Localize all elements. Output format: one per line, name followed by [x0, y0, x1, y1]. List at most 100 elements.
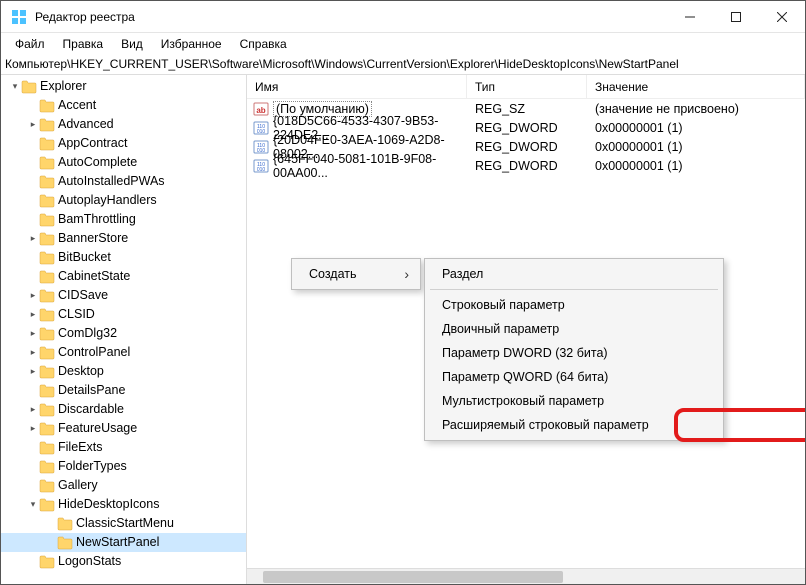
- expander-icon[interactable]: ▸: [27, 229, 39, 248]
- ctx-item-binary[interactable]: Двоичный параметр: [428, 317, 720, 341]
- window-title: Редактор реестра: [35, 10, 667, 24]
- tree-item-clsid[interactable]: ▸CLSID: [1, 305, 246, 324]
- svg-text:010: 010: [257, 167, 266, 173]
- col-header-value[interactable]: Значение: [587, 75, 805, 98]
- content-area: ▾ ExplorerAccent ▸ AdvancedAppContractAutoC…: [1, 75, 805, 584]
- tree-item-bannerstore[interactable]: ▸BannerStore: [1, 229, 246, 248]
- tree-label: AutoComplete: [58, 153, 141, 172]
- expander-icon[interactable]: ▸: [27, 400, 39, 419]
- tree-item-desktop[interactable]: ▸Desktop: [1, 362, 246, 381]
- tree-label: BitBucket: [58, 248, 115, 267]
- value-data: 0x00000001 (1): [587, 159, 805, 173]
- tree-label: Explorer: [40, 77, 91, 96]
- col-header-type[interactable]: Тип: [467, 75, 587, 98]
- list-body[interactable]: ab(По умолчанию)REG_SZ(значение не присв…: [247, 99, 805, 175]
- tree-item-controlpanel[interactable]: ▸ ControlPanel: [1, 343, 246, 362]
- tree-item-hidedesktopicons[interactable]: ▾ HideDesktopIcons: [1, 495, 246, 514]
- close-button[interactable]: [759, 1, 805, 33]
- app-icon: [11, 9, 27, 25]
- scrollbar-thumb[interactable]: [263, 571, 563, 583]
- tree-item-autocomplete[interactable]: AutoComplete: [1, 153, 246, 172]
- address-text: Компьютер\HKEY_CURRENT_USER\Software\Mic…: [5, 57, 679, 71]
- tree-item-fileexts[interactable]: FileExts: [1, 438, 246, 457]
- tree-label: DetailsPane: [58, 381, 129, 400]
- value-row[interactable]: 110010{645FF040-5081-101B-9F08-00AA00...…: [247, 156, 805, 175]
- maximize-button[interactable]: [713, 1, 759, 33]
- list-header: Имя Тип Значение: [247, 75, 805, 99]
- tree-item-cabinetstate[interactable]: CabinetState: [1, 267, 246, 286]
- ctx-item-multistring[interactable]: Мультистроковый параметр: [428, 389, 720, 413]
- tree-item-featureusage[interactable]: ▸ FeatureUsage: [1, 419, 246, 438]
- menu-edit[interactable]: Правка: [55, 35, 112, 53]
- expander-icon[interactable]: ▸: [27, 362, 39, 381]
- ctx-item-create-label: Создать: [309, 267, 357, 281]
- tree-item-accent[interactable]: Accent: [1, 96, 246, 115]
- expander-icon[interactable]: ▸: [27, 286, 39, 305]
- tree-pane[interactable]: ▾ ExplorerAccent ▸ AdvancedAppContractAutoC…: [1, 75, 247, 584]
- ctx-item-expandstring-label: Расширяемый строковый параметр: [442, 418, 649, 432]
- expander-icon[interactable]: ▾: [9, 77, 21, 96]
- expander-icon[interactable]: ▸: [27, 343, 39, 362]
- tree-item-newstartpanel[interactable]: NewStartPanel: [1, 533, 246, 552]
- value-type: REG_SZ: [467, 102, 587, 116]
- menu-view[interactable]: Вид: [113, 35, 151, 53]
- menu-bar: Файл Правка Вид Избранное Справка: [1, 33, 805, 55]
- tree-item-cidsave[interactable]: ▸CIDSave: [1, 286, 246, 305]
- tree-label: ControlPanel: [58, 343, 134, 362]
- expander-icon[interactable]: ▸: [27, 419, 39, 438]
- context-menu-submenu: Раздел Строковый параметр Двоичный парам…: [424, 258, 724, 441]
- ctx-item-dword[interactable]: Параметр DWORD (32 бита): [428, 341, 720, 365]
- ctx-item-string-label: Строковый параметр: [442, 298, 565, 312]
- expander-icon[interactable]: ▸: [27, 115, 39, 134]
- value-data: 0x00000001 (1): [587, 140, 805, 154]
- ctx-item-section[interactable]: Раздел: [428, 262, 720, 286]
- value-name: {645FF040-5081-101B-9F08-00AA00...: [273, 152, 467, 180]
- tree-label: Advanced: [58, 115, 118, 134]
- tree-item-logonstats[interactable]: LogonStats: [1, 552, 246, 571]
- tree-label: ComDlg32: [58, 324, 121, 343]
- tree-item-explorer[interactable]: ▾ Explorer: [1, 77, 246, 96]
- tree-label: FeatureUsage: [58, 419, 141, 438]
- value-type: REG_DWORD: [467, 140, 587, 154]
- tree-item-detailspane[interactable]: DetailsPane: [1, 381, 246, 400]
- tree-label: Gallery: [58, 476, 102, 495]
- title-bar: Редактор реестра: [1, 1, 805, 33]
- tree-label: AutoInstalledPWAs: [58, 172, 169, 191]
- horizontal-scrollbar[interactable]: [247, 568, 805, 584]
- tree-label: ClassicStartMenu: [76, 514, 178, 533]
- tree-item-appcontract[interactable]: AppContract: [1, 134, 246, 153]
- value-type: REG_DWORD: [467, 159, 587, 173]
- tree-item-bamthrottling[interactable]: BamThrottling: [1, 210, 246, 229]
- ctx-item-string[interactable]: Строковый параметр: [428, 293, 720, 317]
- tree-item-foldertypes[interactable]: FolderTypes: [1, 457, 246, 476]
- tree-item-classicstartmenu[interactable]: ClassicStartMenu: [1, 514, 246, 533]
- expander-icon[interactable]: ▸: [27, 305, 39, 324]
- tree-label: HideDesktopIcons: [58, 495, 163, 514]
- ctx-item-expandstring[interactable]: Расширяемый строковый параметр: [428, 413, 720, 437]
- ctx-item-qword[interactable]: Параметр QWORD (64 бита): [428, 365, 720, 389]
- tree-item-autoplayhandlers[interactable]: AutoplayHandlers: [1, 191, 246, 210]
- minimize-button[interactable]: [667, 1, 713, 33]
- menu-file[interactable]: Файл: [7, 35, 53, 53]
- address-bar[interactable]: Компьютер\HKEY_CURRENT_USER\Software\Mic…: [1, 55, 805, 75]
- tree-label: AutoplayHandlers: [58, 191, 161, 210]
- tree-item-comdlg32[interactable]: ▸ ComDlg32: [1, 324, 246, 343]
- menu-favorites[interactable]: Избранное: [153, 35, 230, 53]
- value-data: (значение не присвоено): [587, 102, 805, 116]
- tree-item-bitbucket[interactable]: BitBucket: [1, 248, 246, 267]
- col-header-name[interactable]: Имя: [247, 75, 467, 98]
- expander-icon[interactable]: ▸: [27, 324, 39, 343]
- tree-item-gallery[interactable]: Gallery: [1, 476, 246, 495]
- expander-icon[interactable]: ▾: [27, 495, 39, 514]
- tree-item-discardable[interactable]: ▸ Discardable: [1, 400, 246, 419]
- tree-label: FileExts: [58, 438, 106, 457]
- tree-item-advanced[interactable]: ▸ Advanced: [1, 115, 246, 134]
- value-type: REG_DWORD: [467, 121, 587, 135]
- ctx-item-create[interactable]: Создать: [295, 262, 417, 286]
- tree-label: AppContract: [58, 134, 131, 153]
- tree-label: Accent: [58, 96, 100, 115]
- menu-help[interactable]: Справка: [232, 35, 295, 53]
- tree-label: BamThrottling: [58, 210, 140, 229]
- tree-item-autoinstalledpwas[interactable]: AutoInstalledPWAs: [1, 172, 246, 191]
- tree-label: Discardable: [58, 400, 128, 419]
